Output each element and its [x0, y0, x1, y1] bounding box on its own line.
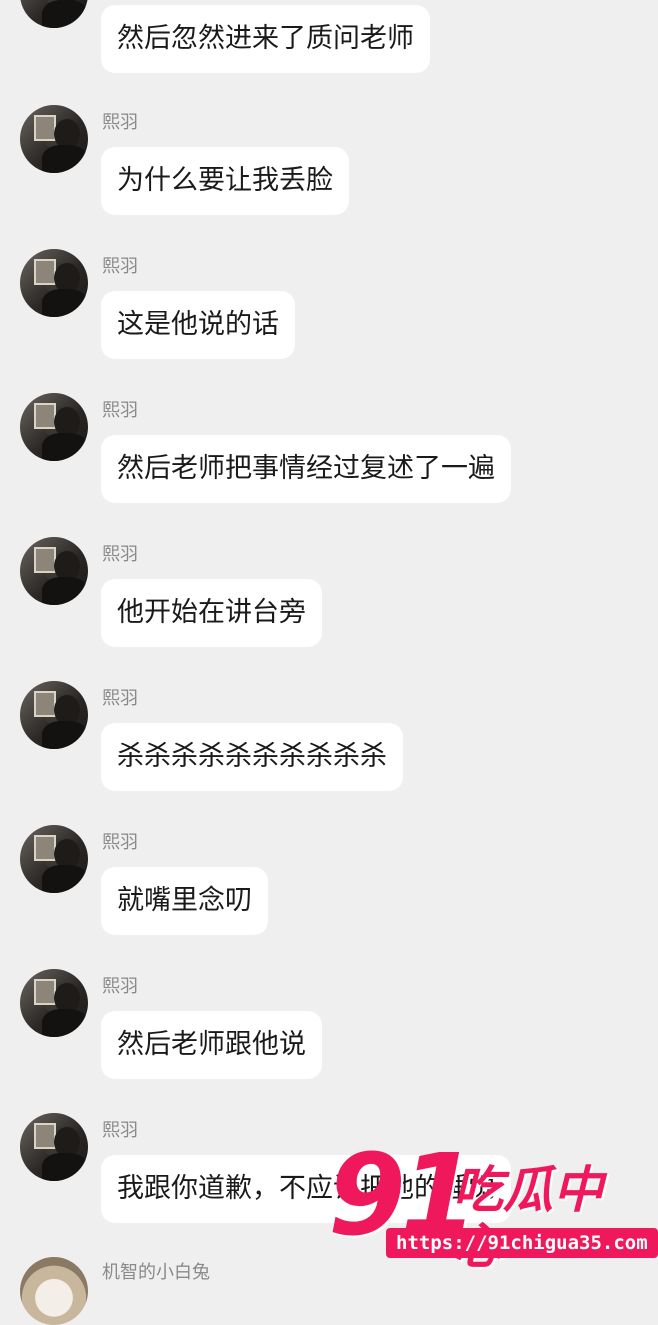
- message-bubble[interactable]: 就嘴里念叨: [101, 867, 268, 935]
- avatar[interactable]: [20, 681, 88, 749]
- sender-name: 熙羽: [102, 976, 138, 997]
- watermark-url: https://91chigua35.com: [386, 1228, 658, 1258]
- message-bubble[interactable]: 然后老师跟他说: [101, 1011, 322, 1079]
- message-bubble[interactable]: 然后老师把事情经过复述了一遍: [101, 435, 511, 503]
- avatar[interactable]: [20, 1257, 88, 1325]
- avatar[interactable]: [20, 1113, 88, 1181]
- avatar[interactable]: [20, 537, 88, 605]
- avatar[interactable]: [20, 825, 88, 893]
- sender-name: 熙羽: [102, 688, 138, 709]
- message-bubble[interactable]: 为什么要让我丢脸: [101, 147, 349, 215]
- sender-name: 熙羽: [102, 832, 138, 853]
- message-bubble[interactable]: 他开始在讲台旁: [101, 579, 322, 647]
- message-bubble[interactable]: 这是他说的话: [101, 291, 295, 359]
- sender-name: 熙羽: [102, 112, 138, 133]
- sender-name: 熙羽: [102, 1120, 138, 1141]
- message-bubble[interactable]: 杀杀杀杀杀杀杀杀杀杀: [101, 723, 403, 791]
- avatar[interactable]: [20, 249, 88, 317]
- sender-name: 机智的小白兔: [102, 1262, 210, 1283]
- message-bubble[interactable]: 然后忽然进来了质问老师: [101, 5, 430, 73]
- avatar[interactable]: [20, 0, 88, 28]
- avatar[interactable]: [20, 393, 88, 461]
- sender-name: 熙羽: [102, 400, 138, 421]
- watermark-logo: 91 吃瓜中心 https://91chigua35.com: [328, 1140, 658, 1274]
- sender-name: 熙羽: [102, 544, 138, 565]
- sender-name: 熙羽: [102, 256, 138, 277]
- avatar[interactable]: [20, 969, 88, 1037]
- avatar[interactable]: [20, 105, 88, 173]
